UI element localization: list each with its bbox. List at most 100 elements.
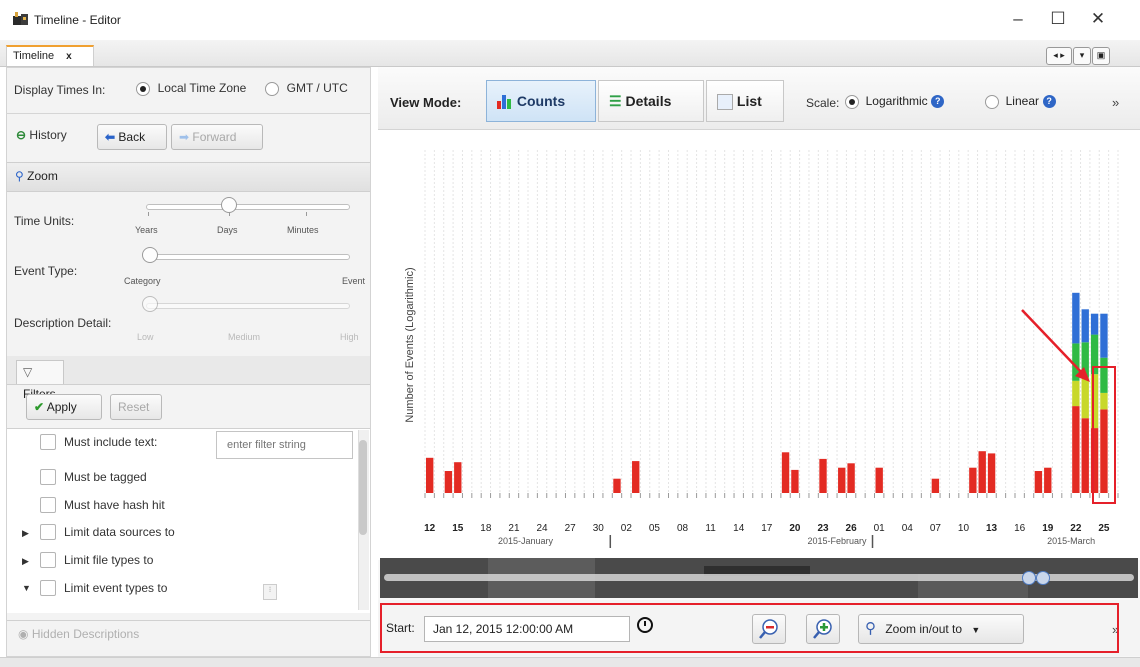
checkbox-limit-event-types[interactable] [40,580,56,596]
radio-label: GMT / UTC [286,81,348,95]
toolbar-overflow-button[interactable]: » [1112,95,1119,110]
tick-label: 16 [1014,523,1026,534]
radio-label: Local Time Zone [157,81,247,95]
close-button[interactable]: ✕ [1085,8,1111,30]
tab-restore-icon[interactable]: ▣ [1092,47,1110,65]
bar-segment-red [1072,406,1080,493]
month-label: 2015-March [1047,536,1095,546]
zoom-magnifier-icon: ⚲ [15,169,24,183]
display-times-label: Display Times In: [14,83,106,97]
bar-segment-yellow [1081,377,1089,419]
hidden-descriptions-toggle[interactable]: ◉ Hidden Descriptions [18,627,139,641]
back-button[interactable]: ⬅ Back [97,124,167,150]
filter-scrollbar-thumb[interactable] [359,440,367,535]
list-label: List [736,93,762,109]
radio-label: Logarithmic [865,94,928,108]
reset-button[interactable]: Reset [110,394,162,420]
tab-strip [0,40,1140,67]
list-view-button[interactable]: List [706,80,784,122]
chart-grid [424,150,1119,493]
divider [7,620,370,621]
counts-chart[interactable]: 12 15 18 21 24 27 30 02 05 08 11 14 17 20 23 26 01 04 07 10… [378,130,1140,560]
help-icon[interactable]: ? [931,95,945,109]
bar-segment-blue [1090,313,1099,335]
counts-label: Counts [516,93,566,109]
tick-label-category: Category [124,276,161,286]
history-toggle[interactable]: ⊖ History [16,128,67,142]
tick-label: 15 [452,523,464,534]
bar-segment-red [819,458,827,493]
help-icon[interactable]: ? [1042,95,1056,109]
slider-tick [306,212,307,216]
bar-segment-red [838,467,846,493]
checkbox-must-be-tagged[interactable] [40,469,56,485]
radio-linear[interactable]: Linear ? [985,93,1056,109]
tab-menu-icon[interactable]: ▾ [1073,47,1091,65]
tick-label: 14 [733,523,745,534]
tab-close-icon[interactable]: x [66,51,72,62]
bar-segment-red [931,478,940,493]
event-type-label: Event Type: [14,264,78,278]
collapse-arrow-icon[interactable]: ▼ [22,583,31,593]
counts-view-button[interactable]: Counts [486,80,596,122]
filter-text-input[interactable] [216,431,353,459]
bar-segment-red [978,451,986,493]
checkbox-must-include-text[interactable] [40,434,56,450]
navigator-handle-left[interactable] [1022,571,1036,585]
event-type-slider[interactable] [146,254,350,260]
expand-arrow-icon[interactable]: ▶ [22,556,29,567]
checkbox-hash-hit[interactable] [40,497,56,513]
tick-label: 20 [789,523,801,534]
checkbox-limit-data-sources[interactable] [40,524,56,540]
checkbox-limit-file-types[interactable] [40,552,56,568]
description-detail-slider[interactable] [146,303,350,309]
tick-label: 05 [649,523,661,534]
history-label: History [29,128,67,142]
details-view-button[interactable]: ☰ Details [598,80,704,122]
tick-label: 08 [677,523,689,534]
tick-label: 25 [1098,523,1110,534]
tab-timeline[interactable]: Timeline x [6,45,94,66]
time-units-slider[interactable] [146,204,350,210]
radio-logarithmic[interactable]: Logarithmic ? [845,93,945,109]
maximize-button[interactable]: ☐ [1045,8,1071,30]
back-arrow-icon: ⬅ [105,130,116,144]
expand-arrow-icon[interactable]: ▶ [22,528,29,539]
radio-local-timezone[interactable]: Local Time Zone [136,80,246,96]
tick-label: 17 [761,523,773,534]
tab-label: Timeline [13,50,55,62]
time-units-label: Time Units: [14,214,75,228]
highlight-bottom-bar [380,603,1119,653]
tick-label: 26 [846,523,858,534]
checkmark-icon: ✔ [34,400,45,414]
tick-label: 07 [930,523,942,534]
bar-segment-red [987,453,996,493]
filters-tab[interactable]: ▽ Filters [16,360,64,401]
tick-label-years: Years [135,225,158,235]
event-type-thumb[interactable] [142,247,158,263]
hidden-descriptions-label: Hidden Descriptions [31,627,140,641]
chart-ticks: 12 15 18 21 24 27 30 02 05 08 11 14 17 20 23 26 01 04 07 10… [424,493,1119,548]
forward-button[interactable]: ➡ Forward [171,124,263,150]
zoom-header-label: Zoom [27,169,58,183]
radio-indicator [265,81,279,96]
time-units-thumb[interactable] [221,197,237,213]
filter-label: Limit data sources to [64,525,175,539]
highlight-last-bar [1092,366,1116,504]
tick-label: 19 [1042,523,1054,534]
bar-segment-red [613,478,621,493]
bar-chart-icon [497,95,513,110]
radio-gmt-utc[interactable]: GMT / UTC [265,80,348,96]
details-icon: ☰ [609,93,622,109]
apply-button[interactable]: ✔ Apply [26,394,102,420]
radio-indicator [845,94,859,109]
minimize-button[interactable]: – [1005,8,1031,30]
radio-indicator [136,81,150,96]
slider-tick [148,212,149,216]
details-label: Details [625,93,672,109]
tab-scroll-arrows[interactable]: ◂ ▸ [1046,47,1072,65]
zoom-section-header[interactable]: ⚲ Zoom [7,162,370,192]
description-detail-thumb[interactable] [142,296,158,312]
tick-label-high: High [340,332,359,342]
navigator-handle-right[interactable] [1036,571,1050,585]
